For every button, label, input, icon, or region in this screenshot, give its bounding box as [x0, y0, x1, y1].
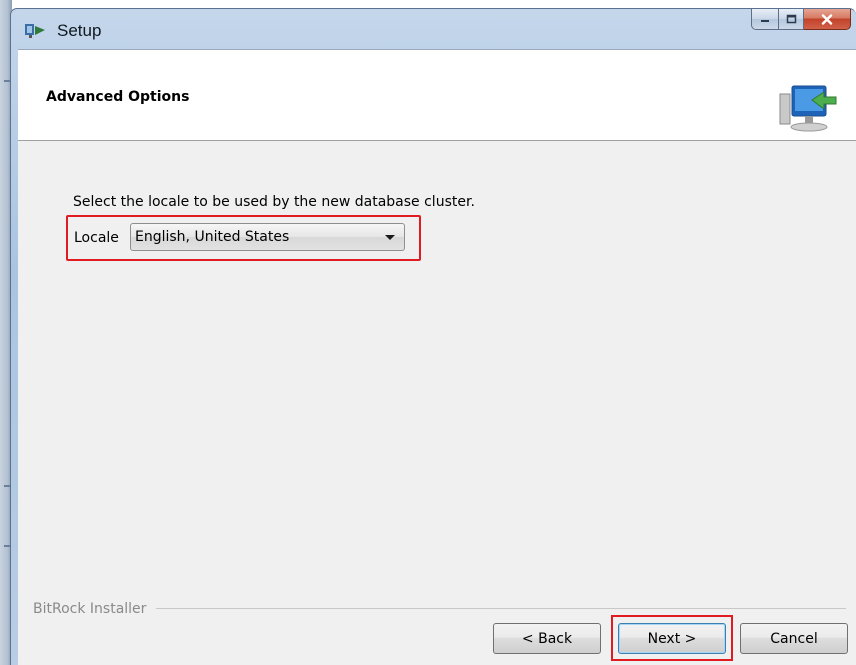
back-button[interactable]: < Back [493, 623, 601, 654]
computer-install-icon [779, 85, 837, 132]
locale-dropdown[interactable]: English, United States [130, 223, 405, 251]
maximize-icon [786, 14, 796, 24]
locale-selected-value: English, United States [135, 229, 290, 245]
locale-highlight: Locale English, United States [66, 215, 421, 261]
close-icon [821, 13, 833, 25]
wizard-header: Advanced Options [18, 50, 856, 141]
cancel-button[interactable]: Cancel [740, 623, 848, 654]
setup-window: Setup Advanced Options Select the locale… [10, 8, 856, 665]
maximize-button[interactable] [778, 9, 804, 30]
locale-prompt: Select the locale to be used by the new … [73, 194, 475, 210]
minimize-button[interactable] [751, 9, 778, 30]
title-bar[interactable]: Setup [11, 9, 856, 49]
footer-divider [156, 608, 846, 609]
app-icon [25, 24, 45, 38]
close-button[interactable] [804, 9, 851, 30]
installer-brand: BitRock Installer [33, 601, 147, 617]
wizard-client-area: Advanced Options Select the locale to be… [18, 49, 856, 665]
window-title: Setup [57, 21, 102, 40]
next-button[interactable]: Next > [618, 623, 726, 654]
page-title: Advanced Options [46, 89, 190, 105]
minimize-icon [761, 20, 769, 22]
locale-label: Locale [74, 230, 119, 246]
chevron-down-icon [385, 235, 395, 240]
